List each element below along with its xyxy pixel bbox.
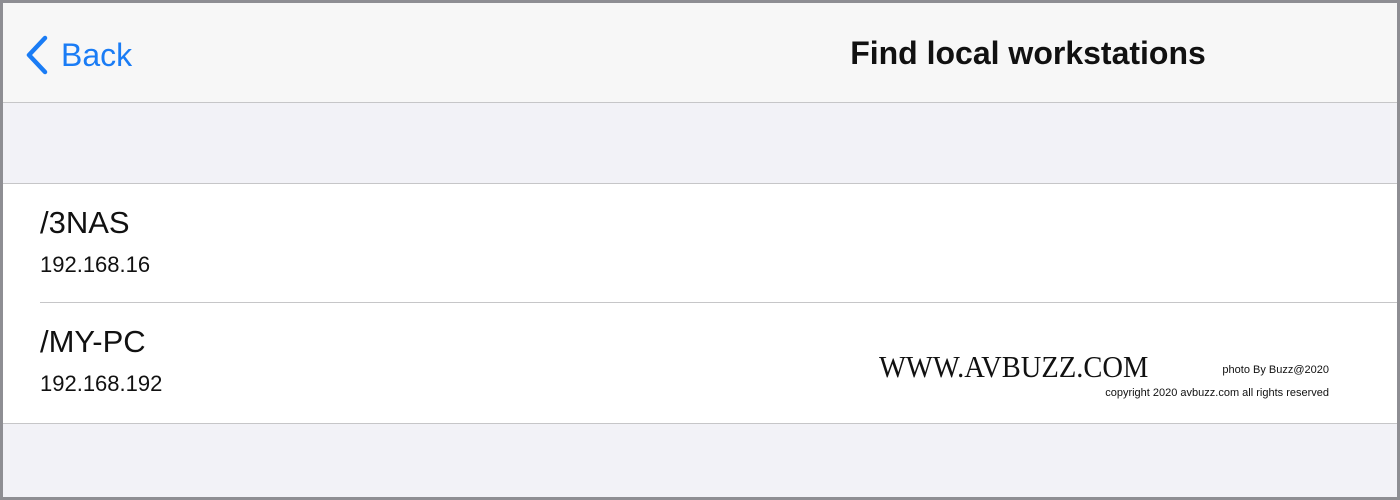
workstation-ip: 192.168.16 [40,252,151,277]
watermark: WWW.AVBUZZ.COM photo By Buzz@2020 copyri… [879,350,1339,406]
page-title: Find local workstations [850,35,1206,71]
workstation-name: /3NAS [40,205,130,240]
watermark-site: WWW.AVBUZZ.COM [879,349,1149,384]
workstation-name: /MY-PC [40,324,146,359]
back-label: Back [61,37,133,73]
app-window: Back Find local workstations /3NAS 192.1… [0,0,1400,500]
watermark-photo-credit: photo By Buzz@2020 [1222,364,1329,376]
navigation-bar: Back Find local workstations [3,3,1397,103]
watermark-copyright: copyright 2020 avbuzz.com all rights res… [1105,387,1329,399]
back-button[interactable]: Back [25,33,132,77]
workstation-ip: 192.168.192 [40,371,163,396]
workstation-row[interactable]: /3NAS 192.168.16 [3,184,1397,303]
chevron-left-icon [25,35,49,75]
